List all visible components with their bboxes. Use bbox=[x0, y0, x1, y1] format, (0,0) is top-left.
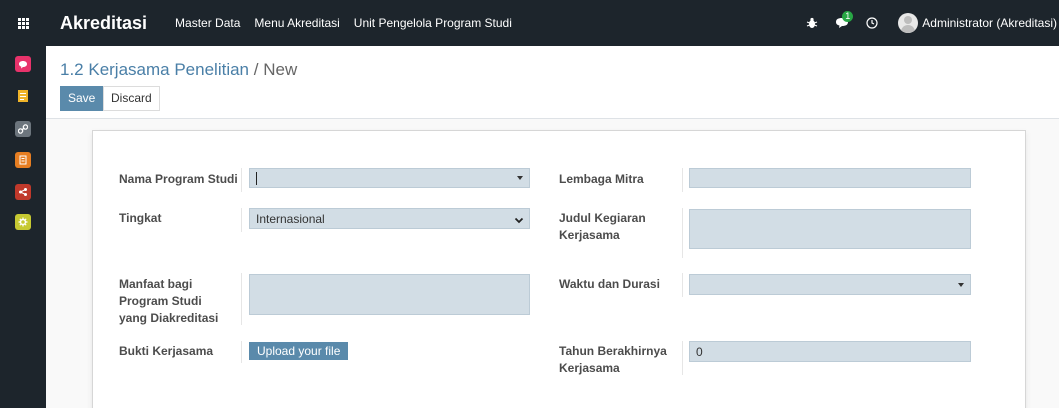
separator bbox=[241, 273, 242, 325]
share-icon[interactable] bbox=[15, 184, 31, 200]
discard-button[interactable]: Discard bbox=[103, 86, 160, 111]
separator bbox=[241, 208, 242, 232]
settings-icon[interactable] bbox=[15, 214, 31, 230]
menu-master-data[interactable]: Master Data bbox=[175, 16, 240, 30]
label-judul-kegiatan: Judul Kegiaran Kerjasama bbox=[559, 211, 646, 242]
tahun-berakhir-input[interactable]: 0 bbox=[689, 341, 971, 362]
label-tingkat: Tingkat bbox=[119, 211, 162, 225]
clock-icon[interactable] bbox=[864, 15, 880, 31]
top-navbar: Akreditasi Master Data Menu Akreditasi U… bbox=[0, 0, 1059, 46]
form-sheet: Nama Program Studi Tingkat Internasional… bbox=[92, 130, 1026, 408]
label-bukti-kerjasama: Bukti Kerjasama bbox=[119, 344, 214, 358]
app-sidebar bbox=[0, 46, 46, 408]
separator bbox=[682, 168, 683, 192]
chat-icon[interactable]: 1 bbox=[834, 11, 854, 31]
discuss-icon[interactable] bbox=[15, 56, 31, 72]
separator bbox=[241, 168, 242, 192]
user-menu[interactable]: Administrator (Akreditasi) bbox=[898, 13, 1057, 33]
tahun-value: 0 bbox=[696, 344, 703, 359]
document-icon[interactable] bbox=[15, 152, 31, 168]
avatar bbox=[898, 13, 919, 33]
breadcrumb-separator: / bbox=[253, 60, 259, 79]
label-nama-program-studi: Nama Program Studi bbox=[119, 172, 238, 186]
caret-down-icon bbox=[958, 282, 964, 287]
nama-program-studi-select[interactable] bbox=[249, 168, 530, 188]
breadcrumb-current: New bbox=[263, 60, 298, 79]
chevron-down-icon bbox=[514, 214, 524, 228]
label-lembaga-mitra: Lembaga Mitra bbox=[559, 172, 644, 186]
judul-kegiatan-textarea[interactable] bbox=[689, 209, 971, 249]
breadcrumb-parent[interactable]: 1.2 Kerjasama Penelitian bbox=[60, 60, 249, 79]
notes-icon[interactable] bbox=[15, 88, 31, 104]
separator bbox=[682, 341, 683, 375]
save-button[interactable]: Save bbox=[60, 86, 104, 111]
label-waktu-durasi: Waktu dan Durasi bbox=[559, 277, 660, 291]
caret-down-icon bbox=[517, 176, 523, 180]
breadcrumb: 1.2 Kerjasama Penelitian / New bbox=[60, 60, 297, 80]
waktu-durasi-select[interactable] bbox=[689, 274, 971, 295]
app-title[interactable]: Akreditasi bbox=[60, 13, 147, 34]
tingkat-value: Internasional bbox=[256, 211, 325, 226]
chat-badge: 1 bbox=[842, 11, 854, 22]
label-manfaat: Manfaat bagi Program Studi yang Diakredi… bbox=[119, 277, 219, 325]
text-cursor bbox=[256, 171, 257, 185]
upload-file-button[interactable]: Upload your file bbox=[249, 342, 349, 360]
manfaat-textarea[interactable] bbox=[249, 274, 530, 315]
control-panel: 1.2 Kerjasama Penelitian / New Save Disc… bbox=[46, 46, 1059, 119]
bug-icon[interactable] bbox=[804, 15, 820, 31]
separator bbox=[241, 341, 242, 363]
user-name: Administrator (Akreditasi) bbox=[922, 16, 1057, 30]
tingkat-select[interactable]: Internasional bbox=[249, 208, 530, 229]
menu-akreditasi[interactable]: Menu Akreditasi bbox=[254, 16, 339, 30]
link-icon[interactable] bbox=[15, 121, 31, 137]
separator bbox=[682, 273, 683, 297]
menu-unit-pengelola[interactable]: Unit Pengelola Program Studi bbox=[354, 16, 512, 30]
apps-menu-icon[interactable] bbox=[0, 0, 46, 46]
lembaga-mitra-input[interactable] bbox=[689, 168, 971, 188]
separator bbox=[682, 208, 683, 258]
label-tahun-berakhir: Tahun Berakhirnya Kerjasama bbox=[559, 344, 667, 375]
